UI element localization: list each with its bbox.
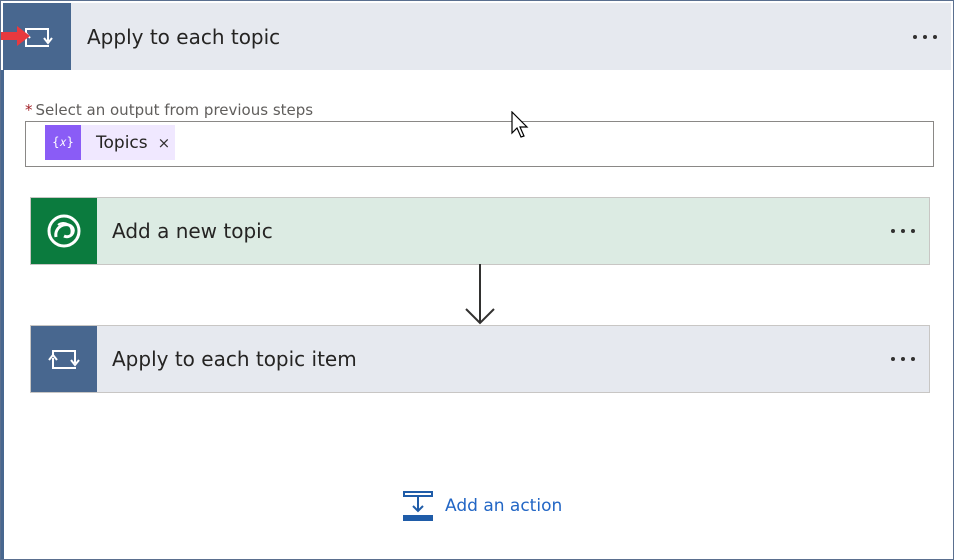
red-pointer-arrow-icon xyxy=(1,26,30,46)
token-remove-button[interactable]: × xyxy=(158,134,171,152)
more-dot-icon xyxy=(911,357,915,361)
output-select-input[interactable]: {𝑥} Topics × xyxy=(25,121,934,167)
topics-token[interactable]: {𝑥} Topics × xyxy=(45,125,175,160)
add-an-action-button[interactable]: Add an action xyxy=(403,491,562,521)
loop-header[interactable]: Apply to each topic xyxy=(1,3,951,70)
more-dot-icon xyxy=(933,34,937,39)
loop-icon-tile xyxy=(31,326,97,392)
more-dot-icon xyxy=(913,34,917,39)
action-apply-to-each-topic-item[interactable]: Apply to each topic item xyxy=(30,325,930,393)
action-more-options-button[interactable] xyxy=(891,229,915,233)
expression-icon: {𝑥} xyxy=(45,125,81,160)
action-title: Add a new topic xyxy=(112,219,273,243)
action-title: Apply to each topic item xyxy=(112,347,357,371)
token-label: Topics xyxy=(96,132,148,153)
connector-arrow-icon xyxy=(465,264,495,325)
more-dot-icon xyxy=(923,34,927,39)
more-dot-icon xyxy=(911,229,915,233)
loop-icon xyxy=(48,350,80,369)
insert-step-icon xyxy=(403,491,433,521)
required-marker: * xyxy=(25,101,33,119)
dataverse-icon-tile xyxy=(31,198,97,264)
more-dot-icon xyxy=(901,229,905,233)
more-dot-icon xyxy=(901,357,905,361)
loop-title: Apply to each topic xyxy=(87,24,281,49)
workflow-canvas: Apply to each topic * Select an output fr… xyxy=(0,0,954,560)
more-dot-icon xyxy=(891,357,895,361)
output-field-label: * Select an output from previous steps xyxy=(25,101,314,119)
loop-icon-tile xyxy=(1,3,71,70)
loop-scope-rail xyxy=(1,70,4,559)
action-add-new-topic[interactable]: Add a new topic xyxy=(30,197,930,265)
add-action-label: Add an action xyxy=(445,496,563,516)
action-more-options-button[interactable] xyxy=(891,357,915,361)
more-dot-icon xyxy=(891,229,895,233)
mouse-cursor-icon xyxy=(511,111,529,138)
loop-more-options-button[interactable] xyxy=(913,34,937,39)
dataverse-icon xyxy=(47,214,81,248)
